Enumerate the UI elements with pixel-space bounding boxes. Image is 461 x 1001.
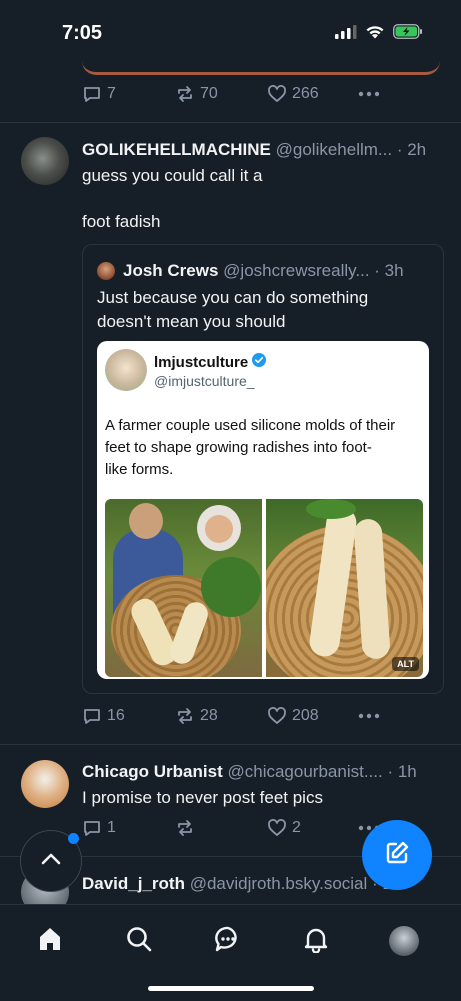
post-text: foot fadish (82, 212, 161, 231)
repost-button[interactable]: 70 (175, 84, 267, 104)
like-count: 2 (292, 819, 301, 836)
quote-text: Just because you can do something doesn'… (97, 288, 369, 331)
quote-avatar (97, 262, 115, 280)
repost-button[interactable]: 28 (175, 706, 267, 726)
bottom-tab-bar (0, 904, 461, 1001)
radish-feet-photo[interactable]: ALT (266, 499, 423, 677)
card-author-handle: @imjustculture_ (154, 373, 255, 389)
repost-icon (175, 706, 195, 726)
reply-button[interactable]: 1 (82, 818, 175, 838)
quote-header: Josh Crews @joshcrewsreally... · 3h (123, 261, 404, 281)
like-icon (267, 818, 287, 838)
author-handle[interactable]: @golikehellm... (276, 140, 392, 159)
scroll-to-top-button[interactable] (20, 830, 82, 892)
divider (0, 744, 461, 745)
card-author-name: lmjustculture (154, 353, 249, 371)
tab-home[interactable] (32, 923, 68, 959)
tab-notifications[interactable] (298, 923, 334, 959)
post-header: David_j_roth @davidjroth.bsky.social · 1… (82, 874, 401, 894)
reply-count: 1 (107, 819, 116, 836)
new-posts-dot (68, 833, 79, 844)
like-icon (267, 84, 287, 104)
like-icon (267, 706, 287, 726)
previous-post-media-edge (82, 56, 440, 75)
repost-icon (175, 84, 195, 104)
author-name[interactable]: David_j_roth (82, 874, 185, 893)
repost-button[interactable] (175, 818, 267, 838)
divider (0, 122, 461, 123)
post-header: GOLIKEHELLMACHINE @golikehellm... · 2h (82, 140, 426, 160)
reply-icon (82, 818, 102, 838)
post-header: Chicago Urbanist @chicagourbanist.... · … (82, 762, 417, 782)
reply-button[interactable]: 7 (82, 84, 175, 104)
post-text: I promise to never post feet pics (82, 788, 323, 807)
embedded-image-card[interactable]: lmjustculture @imjustculture_ A farmer c… (97, 341, 429, 679)
more-button[interactable] (358, 91, 380, 97)
quote-author-name: Josh Crews (123, 261, 219, 280)
reply-count: 7 (107, 85, 116, 102)
chat-icon (214, 925, 242, 958)
avatar[interactable] (21, 137, 69, 185)
post-actions: 16 28 208 (82, 706, 380, 726)
like-button[interactable]: 2 (267, 818, 358, 838)
author-name[interactable]: Chicago Urbanist (82, 762, 223, 781)
previous-post-actions: 7 70 266 (82, 84, 380, 104)
quote-time: · 3h (374, 261, 404, 280)
status-time: 7:05 (62, 22, 103, 44)
tab-search[interactable] (121, 923, 157, 959)
reply-button[interactable]: 16 (82, 706, 175, 726)
author-handle[interactable]: @davidjroth.bsky.social (190, 874, 368, 893)
avatar[interactable] (21, 760, 69, 808)
bell-icon (302, 925, 330, 958)
avatar (389, 926, 419, 956)
repost-count: 70 (200, 85, 218, 102)
tab-messages[interactable] (210, 923, 246, 959)
quote-author-handle: @joshcrewsreally... (223, 261, 370, 280)
more-button[interactable] (358, 713, 380, 719)
more-icon (358, 91, 380, 97)
author-name[interactable]: GOLIKEHELLMACHINE (82, 140, 271, 159)
home-indicator (148, 986, 314, 991)
battery-icon (393, 24, 423, 44)
like-button[interactable]: 208 (267, 706, 358, 726)
repost-icon (175, 818, 195, 838)
post-time: · 2h (396, 140, 427, 159)
author-handle[interactable]: @chicagourbanist.... (227, 762, 382, 781)
like-button[interactable]: 266 (267, 84, 358, 104)
reply-count: 16 (107, 707, 125, 724)
wifi-icon (365, 25, 385, 44)
post-actions: 1 2 (82, 818, 380, 838)
reply-icon (82, 706, 102, 726)
scroll-up-icon (40, 852, 62, 871)
like-count: 208 (292, 707, 319, 724)
alt-badge[interactable]: ALT (392, 657, 419, 671)
repost-count: 28 (200, 707, 218, 724)
post-text: guess you could call it a (82, 166, 263, 185)
more-icon (358, 713, 380, 719)
reply-icon (82, 84, 102, 104)
home-icon (36, 925, 64, 958)
farmer-couple-photo[interactable] (105, 499, 262, 677)
card-text: A farmer couple used silicone molds of t… (105, 417, 396, 478)
compose-button[interactable] (362, 820, 432, 890)
search-icon (125, 925, 153, 958)
tab-profile[interactable] (386, 923, 422, 959)
verified-icon (252, 353, 267, 371)
quote-post[interactable]: Josh Crews @joshcrewsreally... · 3h Just… (82, 244, 444, 694)
post-time: · 1h (387, 762, 417, 781)
compose-icon (383, 839, 411, 872)
status-bar: 7:05 (0, 0, 461, 62)
signal-icon (335, 24, 357, 44)
like-count: 266 (292, 85, 319, 102)
card-avatar (105, 349, 147, 391)
